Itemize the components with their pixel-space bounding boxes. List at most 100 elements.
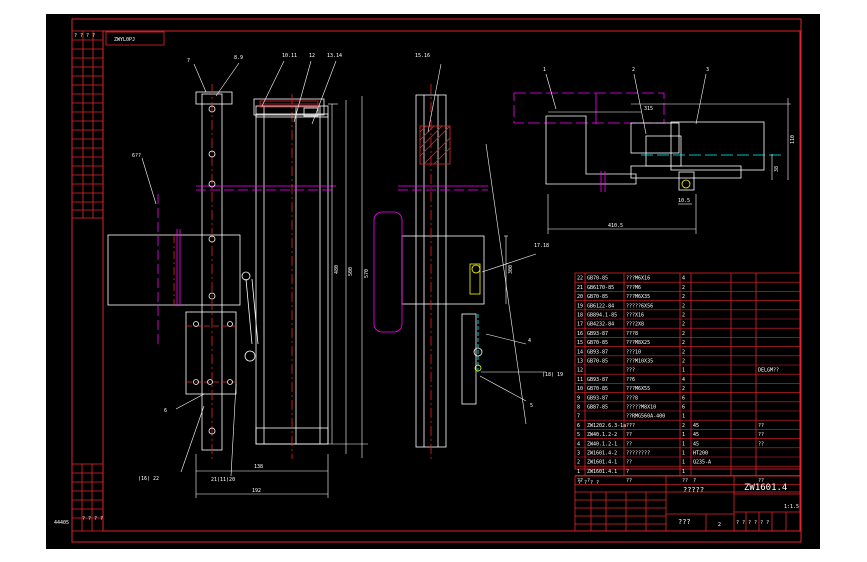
- bom-cell-no: 19: [577, 303, 583, 309]
- bom-cell-code: ZW40.1.2-2: [587, 432, 617, 438]
- bom-cell-no: 16: [577, 331, 583, 337]
- dim-570: 570: [364, 269, 370, 278]
- bom-cell-no: 18: [577, 313, 583, 319]
- bom-cell-qty: 1: [682, 441, 685, 447]
- bom-header-mat: ?: [693, 478, 696, 484]
- bom-cell-name: ??6: [626, 377, 635, 383]
- bom-cell-code: GB70-85: [587, 359, 608, 365]
- bom-cell-mat: 45: [693, 432, 699, 438]
- bom-cell-name: ???M6X55: [626, 386, 650, 392]
- bom-cell-qty: 1: [682, 469, 685, 475]
- title-side-marks: ? ? ? ?: [578, 480, 599, 486]
- bom-cell-code: ZW1601.4-2: [587, 451, 617, 457]
- bom-cell-note: DELGM??: [758, 368, 779, 374]
- bom-cell-name: ???M6: [626, 285, 641, 291]
- bom-cell-no: 12: [577, 368, 583, 374]
- bom-cell-name: ???M10X35: [626, 359, 653, 365]
- bom-cell-qty: 4: [682, 276, 685, 282]
- bom-cell-no: 22: [577, 276, 583, 282]
- callout-6: 6: [164, 408, 167, 414]
- top-view-labels: 1 2 3 315 110 38 410.5 10.5: [543, 67, 796, 229]
- callout-19: (18) 19: [542, 372, 563, 378]
- bom-cell-name: ??: [626, 441, 632, 447]
- title-block-text: ????? ZW1601.4 1:1.5 ? ? ? ? ? ? ??? 2 ?…: [578, 480, 799, 528]
- bom-cell-name: ?????6X56: [626, 303, 653, 309]
- bom-cell-qty: 2: [682, 294, 685, 300]
- front-left-note: 6??: [132, 153, 141, 159]
- dim-480: 480: [334, 265, 340, 274]
- bom-cell-name: ???: [626, 368, 635, 374]
- bom-cell-name: ???: [626, 423, 635, 429]
- bom-cell-code: ZW40.1.2-1: [587, 441, 617, 447]
- bom-cell-note: ??: [758, 432, 764, 438]
- bom-cell-qty: 2: [682, 359, 685, 365]
- bom-cell-no: 7: [577, 414, 580, 420]
- drawing-frame: [71, 18, 802, 543]
- dim-10-5: 10.5: [678, 198, 690, 204]
- bom-cell-code: GB93-87: [587, 331, 608, 337]
- title-name: ?????: [683, 486, 704, 494]
- bom-cell-name: ???X16: [626, 313, 644, 319]
- bom-cell-qty: 2: [682, 331, 685, 337]
- corner-marks: ? ? ? ?: [74, 33, 95, 39]
- bom-cell-qty: 1: [682, 432, 685, 438]
- dim-110: 110: [790, 135, 796, 144]
- front-view: [107, 84, 336, 459]
- balloon-3: 3: [706, 67, 709, 73]
- bom-cell-name: ??: [626, 432, 632, 438]
- bom-cell-qty: 1: [682, 451, 685, 457]
- bom-cell-no: 14: [577, 349, 583, 355]
- bottom-marks: ? ? ? ?: [82, 516, 103, 522]
- dim-138: 138: [254, 464, 263, 470]
- bom-cell-mat: 45: [693, 423, 699, 429]
- dim-315: 315: [644, 106, 653, 112]
- bom-cell-no: 8: [577, 405, 580, 411]
- bom-cell-qty: 6: [682, 395, 685, 401]
- dim-192: 192: [252, 488, 261, 494]
- bom-cell-mat: Q235-A: [693, 460, 711, 466]
- bom-cell-code: GB894.1-85: [587, 313, 617, 319]
- bom-cell-code: ZW1601.4-1: [587, 460, 617, 466]
- bom-cell-no: 2: [577, 460, 580, 466]
- bom-cell-no: 11: [577, 377, 583, 383]
- doc-code: ZWYL0PJ: [114, 37, 135, 43]
- scale: 1:1.5: [784, 504, 799, 510]
- balloon-2: 2: [632, 67, 635, 73]
- bom-rows: 22 GB70-85 ???M6X16 421 GB6170-85 ???M6 220 GB7…: [575, 276, 800, 485]
- bom-cell-no: 9: [577, 395, 580, 401]
- balloon-15-16: 15.16: [415, 53, 430, 59]
- bom-cell-mat: 45: [693, 441, 699, 447]
- bom-cell-no: 21: [577, 285, 583, 291]
- bom-cell-qty: 2: [682, 423, 685, 429]
- top-view-dims: [545, 73, 791, 234]
- dim-500: 500: [348, 267, 354, 276]
- bom-cell-name: ???M6X35: [626, 294, 650, 300]
- bom-cell-qty: 2: [682, 340, 685, 346]
- bom-cell-code: GB70-85: [587, 276, 608, 282]
- bom-cell-code: GB70-85: [587, 294, 608, 300]
- bom-cell-no: 17: [577, 322, 583, 328]
- bom-cell-qty: 2: [682, 349, 685, 355]
- bom-cell-name: ???M6X16: [626, 276, 650, 282]
- bom-cell-no: 20: [577, 294, 583, 300]
- bom-cell-code: GB93-87: [587, 377, 608, 383]
- front-view-dims: [141, 60, 368, 498]
- bom-cell-code: GB70-85: [587, 340, 608, 346]
- bom-cell-name: ???2X8: [626, 322, 644, 328]
- balloon-13-14: 13.14: [327, 53, 342, 59]
- bom-cell-qty: 2: [682, 313, 685, 319]
- bom-cell-note: ??: [758, 441, 764, 447]
- side-view-labels: 15.16 17.18 300 4 5 (18) 19: [415, 53, 563, 409]
- balloon-10-11: 10.11: [282, 53, 297, 59]
- bom-cell-no: 13: [577, 359, 583, 365]
- callout-4: 4: [528, 338, 531, 344]
- bom-cell-qty: 4: [682, 377, 685, 383]
- bom-cell-no: 3: [577, 451, 580, 457]
- dim-38: 38: [774, 166, 780, 172]
- bom-cell-qty: 2: [682, 303, 685, 309]
- bom-cell-no: 10: [577, 386, 583, 392]
- bom-cell-qty: 1: [682, 460, 685, 466]
- bom-cell-code: ZW1202.6.3-1a: [587, 423, 626, 429]
- bom-cell-mat: HT200: [693, 451, 708, 457]
- company: ???: [678, 518, 691, 526]
